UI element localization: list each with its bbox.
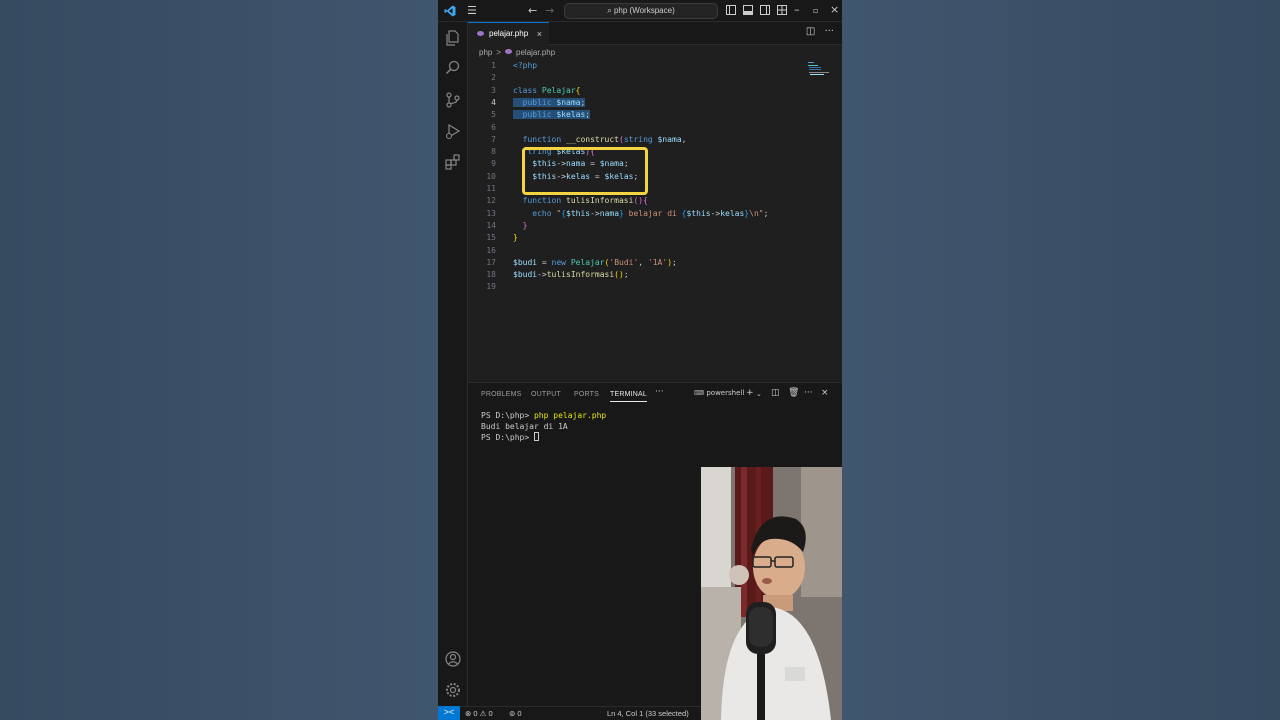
breadcrumb-folder[interactable]: php xyxy=(479,48,492,57)
forward-arrow-icon[interactable]: → xyxy=(545,4,554,18)
background-left xyxy=(0,0,438,720)
toggle-primary-sidebar-icon[interactable] xyxy=(726,5,736,15)
toggle-secondary-sidebar-icon[interactable] xyxy=(760,5,770,15)
code-line: 1 <?php xyxy=(491,61,538,70)
terminal-line: PS D:\php> xyxy=(481,432,606,443)
close-tab-icon[interactable]: × xyxy=(537,23,542,45)
code-line: 10 $this->kelas = $kelas; xyxy=(486,171,639,181)
run-debug-icon[interactable] xyxy=(444,122,462,140)
close-panel-icon[interactable]: × xyxy=(821,388,829,398)
tab-pelajar-php[interactable]: pelajar.php × xyxy=(468,22,549,45)
accounts-icon[interactable] xyxy=(444,650,462,668)
breadcrumb-file[interactable]: pelajar.php xyxy=(516,48,555,57)
code-line: 13 echo "{$this->nama} belajar di {$this… xyxy=(486,208,769,218)
cursor-position[interactable]: Ln 4, Col 1 (33 selected) xyxy=(607,707,689,720)
activity-bar xyxy=(438,22,468,706)
code-line: 16 xyxy=(486,245,496,255)
tab-output[interactable]: OUTPUT xyxy=(531,391,561,398)
chevron-down-icon[interactable]: ⌄ xyxy=(756,390,762,398)
terminal-shell-selector[interactable]: ⌨ powershell xyxy=(694,389,744,397)
extensions-icon[interactable] xyxy=(444,153,462,171)
minimap[interactable] xyxy=(807,60,837,80)
presenter-video-image xyxy=(701,467,842,720)
more-actions-icon[interactable]: ··· xyxy=(804,388,813,398)
code-line: 6 xyxy=(491,122,496,132)
editor-actions: ◫ ··· xyxy=(806,26,834,37)
php-file-icon xyxy=(505,49,513,54)
breadcrumb-separator: > xyxy=(496,48,502,57)
more-panel-tabs-icon[interactable]: ··· xyxy=(655,387,664,397)
split-editor-icon[interactable]: ◫ xyxy=(806,26,815,37)
code-line: 4 public $nama; xyxy=(491,97,586,107)
search-icon: ⌕ xyxy=(607,6,614,15)
back-arrow-icon[interactable]: ← xyxy=(528,4,537,18)
code-line: 12 function tulisInformasi(){ xyxy=(486,196,648,206)
warning-icon: ⚠ xyxy=(479,709,487,718)
code-line: 15} xyxy=(486,233,518,243)
code-line: 9 $this->nama = $nama; xyxy=(491,159,629,169)
code-line: 11 xyxy=(486,184,496,193)
code-line: 19 xyxy=(486,282,496,292)
remote-indicator[interactable]: >< xyxy=(438,706,460,720)
search-view-icon[interactable] xyxy=(444,59,462,77)
editor-tabs: pelajar.php × ◫ ··· xyxy=(468,22,842,45)
explorer-icon[interactable] xyxy=(444,29,462,47)
terminal-line: Budi belajar di 1A xyxy=(481,421,568,431)
antenna-icon: ⊚ xyxy=(509,709,516,718)
code-line: 2 xyxy=(491,73,496,83)
trash-icon[interactable]: 🗑 xyxy=(788,388,799,398)
terminal-output[interactable]: PS D:\php> php pelajar.php Budi belajar … xyxy=(481,411,606,443)
source-control-icon[interactable] xyxy=(444,91,462,109)
error-icon: ⊗ xyxy=(465,709,472,718)
terminal-line: PS D:\php> php pelajar.php xyxy=(481,411,607,420)
tab-terminal[interactable]: TERMINAL xyxy=(610,391,647,402)
toggle-panel-icon[interactable] xyxy=(743,5,753,15)
php-file-icon xyxy=(477,31,484,36)
restore-icon[interactable]: ▫ xyxy=(813,4,818,18)
minimize-icon[interactable]: – xyxy=(794,3,800,17)
code-line: 17 $budi = new Pelajar('Budi', '1A'); xyxy=(486,257,677,267)
code-editor[interactable]: 1 <?php 2 3 class Pelajar{ 4 public $nama;… xyxy=(468,60,842,380)
code-line: 7 function __construct(string $nama, xyxy=(491,134,687,144)
more-actions-icon[interactable]: ··· xyxy=(824,26,834,37)
code-line: 18 $budi->tulisInformasi(); xyxy=(486,270,629,280)
problems-status[interactable]: ⊗ 0 ⚠ 0 xyxy=(465,707,493,720)
new-terminal-icon[interactable]: + xyxy=(746,388,754,398)
terminal-icon: ⌨ xyxy=(694,389,707,397)
webcam-overlay xyxy=(701,467,842,720)
code-line: 3 class Pelajar{ xyxy=(491,85,581,95)
customize-layout-icon[interactable] xyxy=(777,5,787,15)
breadcrumb: php > pelajar.php xyxy=(479,47,555,59)
code-line: 14 } xyxy=(486,220,528,230)
menu-icon[interactable]: ☰ xyxy=(467,4,477,18)
title-bar: ☰ ← → ⌕ php (Workspace) – ▫ × xyxy=(438,0,842,22)
settings-gear-icon[interactable] xyxy=(444,681,462,699)
vscode-logo-icon xyxy=(444,5,456,17)
code-line: 8 tring $kelas){ xyxy=(491,147,595,157)
split-terminal-icon[interactable]: ◫ xyxy=(771,388,780,398)
tab-ports[interactable]: PORTS xyxy=(574,391,599,398)
code-line: 5 public $kelas; xyxy=(491,110,591,120)
terminal-cursor xyxy=(533,432,539,441)
background-right xyxy=(842,0,1280,720)
ports-status[interactable]: ⊚ 0 xyxy=(509,707,522,720)
close-window-icon[interactable]: × xyxy=(830,3,839,17)
tab-problems[interactable]: PROBLEMS xyxy=(481,391,522,398)
command-center-search[interactable]: ⌕ php (Workspace) xyxy=(564,3,718,19)
